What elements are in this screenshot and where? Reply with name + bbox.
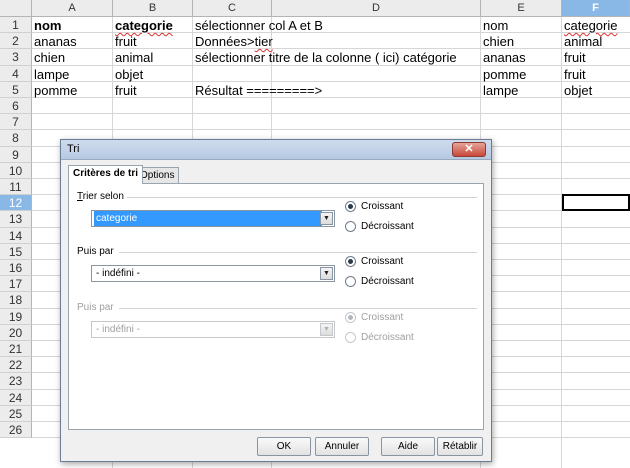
- ok-button[interactable]: OK: [257, 437, 311, 456]
- row-header-14[interactable]: 14: [0, 227, 32, 244]
- divider: [127, 197, 477, 198]
- column-header-a[interactable]: A: [32, 0, 113, 17]
- row-header-23[interactable]: 23: [0, 373, 32, 390]
- sort-key-3-descending-radio: [345, 332, 356, 343]
- sort-key-3-ascending-label: Croissant: [361, 312, 404, 323]
- row-header-21[interactable]: 21: [0, 341, 32, 358]
- row-header-19[interactable]: 19: [0, 308, 32, 325]
- row-header-26[interactable]: 26: [0, 422, 32, 439]
- column-header-b[interactable]: B: [113, 0, 193, 17]
- divider: [119, 252, 477, 253]
- row-header-8[interactable]: 8: [0, 130, 32, 147]
- row-header-5[interactable]: 5: [0, 81, 32, 98]
- row-header-11[interactable]: 11: [0, 179, 32, 196]
- cell-a4[interactable]: lampe: [32, 66, 69, 83]
- row-header-25[interactable]: 25: [0, 405, 32, 422]
- row-header-4[interactable]: 4: [0, 65, 32, 82]
- sort-key-2-label: Puis par: [77, 246, 114, 257]
- sort-key-1-ascending-radio[interactable]: [345, 201, 356, 212]
- row-header-7[interactable]: 7: [0, 114, 32, 131]
- row-header-18[interactable]: 18: [0, 292, 32, 309]
- row-header-1[interactable]: 1: [0, 17, 32, 34]
- chevron-down-icon[interactable]: ▼: [320, 212, 333, 225]
- cell-a5[interactable]: pomme: [32, 82, 77, 99]
- cell-c2[interactable]: Données>tier: [193, 33, 273, 50]
- cell-f1[interactable]: categorie: [562, 17, 617, 34]
- cell-f4[interactable]: fruit: [562, 66, 586, 83]
- row-header-9[interactable]: 9: [0, 146, 32, 163]
- sort-dialog: Tri ✕ Critères de tri Options Trier selo…: [60, 139, 492, 462]
- cell-b4[interactable]: objet: [113, 66, 143, 83]
- column-header-d[interactable]: D: [272, 0, 481, 17]
- sort-key-2-ascending-radio[interactable]: [345, 256, 356, 267]
- dialog-titlebar[interactable]: Tri ✕: [61, 140, 491, 160]
- column-header-c[interactable]: C: [193, 0, 272, 17]
- sort-key-1-descending-label[interactable]: Décroissant: [361, 221, 414, 232]
- sort-criteria-panel: Trier selon categorie ▼ Croissant Décroi…: [68, 183, 484, 430]
- sort-key-1-select[interactable]: categorie ▼: [91, 210, 335, 227]
- cell-c5[interactable]: Résultat =========>: [193, 82, 322, 99]
- row-header-2[interactable]: 2: [0, 33, 32, 50]
- cell-a3[interactable]: chien: [32, 49, 65, 66]
- select-all-corner[interactable]: [0, 0, 32, 17]
- cancel-button[interactable]: Annuler: [315, 437, 369, 456]
- sort-key-3-ascending-radio: [345, 312, 356, 323]
- row-header-13[interactable]: 13: [0, 211, 32, 228]
- cell-b1[interactable]: categorie: [113, 17, 173, 34]
- chevron-down-icon[interactable]: ▼: [320, 267, 333, 280]
- cell-b3[interactable]: animal: [113, 49, 153, 66]
- tab-sort-criteria[interactable]: Critères de tri: [68, 165, 144, 184]
- close-button[interactable]: ✕: [452, 142, 486, 157]
- row-header-10[interactable]: 10: [0, 162, 32, 179]
- row-header-22[interactable]: 22: [0, 357, 32, 374]
- active-cell-cursor: [562, 194, 630, 212]
- divider: [119, 308, 477, 309]
- sort-key-3-value: - indéfini -: [96, 324, 140, 335]
- row-header-16[interactable]: 16: [0, 260, 32, 277]
- cell-b2[interactable]: fruit: [113, 33, 137, 50]
- cell-a1[interactable]: nom: [32, 17, 61, 34]
- row-header-15[interactable]: 15: [0, 243, 32, 260]
- sort-key-1-value: categorie: [94, 211, 322, 226]
- grid-line: [32, 113, 630, 115]
- sort-key-2-value: - indéfini -: [96, 268, 140, 279]
- row-header-17[interactable]: 17: [0, 276, 32, 293]
- cell-e2[interactable]: chien: [481, 33, 514, 50]
- chevron-down-icon: ▼: [320, 323, 333, 336]
- sort-key-3-select: - indéfini - ▼: [91, 321, 335, 338]
- row-header-12[interactable]: 12: [0, 195, 32, 212]
- row-header-20[interactable]: 20: [0, 324, 32, 341]
- dialog-title: Tri: [67, 143, 80, 155]
- cell-e4[interactable]: pomme: [481, 66, 526, 83]
- sort-key-2-select[interactable]: - indéfini - ▼: [91, 265, 335, 282]
- column-header-f[interactable]: F: [562, 0, 630, 17]
- cell-a2[interactable]: ananas: [32, 33, 77, 50]
- row-header-3[interactable]: 3: [0, 49, 32, 66]
- cell-c3[interactable]: sélectionner titre de la colonne ( ici) …: [193, 49, 457, 66]
- sort-key-3-descending-label: Décroissant: [361, 332, 414, 343]
- cell-c1[interactable]: sélectionner col A et B: [193, 17, 323, 34]
- cell-b5[interactable]: fruit: [113, 82, 137, 99]
- cell-e3[interactable]: ananas: [481, 49, 526, 66]
- column-header-e[interactable]: E: [481, 0, 562, 17]
- sort-key-1-label: Trier selon: [77, 191, 124, 202]
- cell-e1[interactable]: nom: [481, 17, 508, 34]
- row-header-6[interactable]: 6: [0, 98, 32, 115]
- sort-key-1-descending-radio[interactable]: [345, 221, 356, 232]
- sort-key-2-descending-radio[interactable]: [345, 276, 356, 287]
- sort-key-3-label: Puis par: [77, 302, 114, 313]
- sort-key-1-ascending-label[interactable]: Croissant: [361, 201, 403, 212]
- grid-line: [32, 129, 630, 131]
- sort-key-1-label-rest: rier selon: [82, 191, 124, 202]
- cell-f5[interactable]: objet: [562, 82, 592, 99]
- help-button[interactable]: Aide: [381, 437, 435, 456]
- cell-f2[interactable]: animal: [562, 33, 602, 50]
- sort-key-2-descending-label[interactable]: Décroissant: [361, 276, 414, 287]
- row-header-24[interactable]: 24: [0, 389, 32, 406]
- reset-button[interactable]: Rétablir: [437, 437, 483, 456]
- cell-e5[interactable]: lampe: [481, 82, 518, 99]
- cell-f3[interactable]: fruit: [562, 49, 586, 66]
- sort-key-2-ascending-label[interactable]: Croissant: [361, 256, 403, 267]
